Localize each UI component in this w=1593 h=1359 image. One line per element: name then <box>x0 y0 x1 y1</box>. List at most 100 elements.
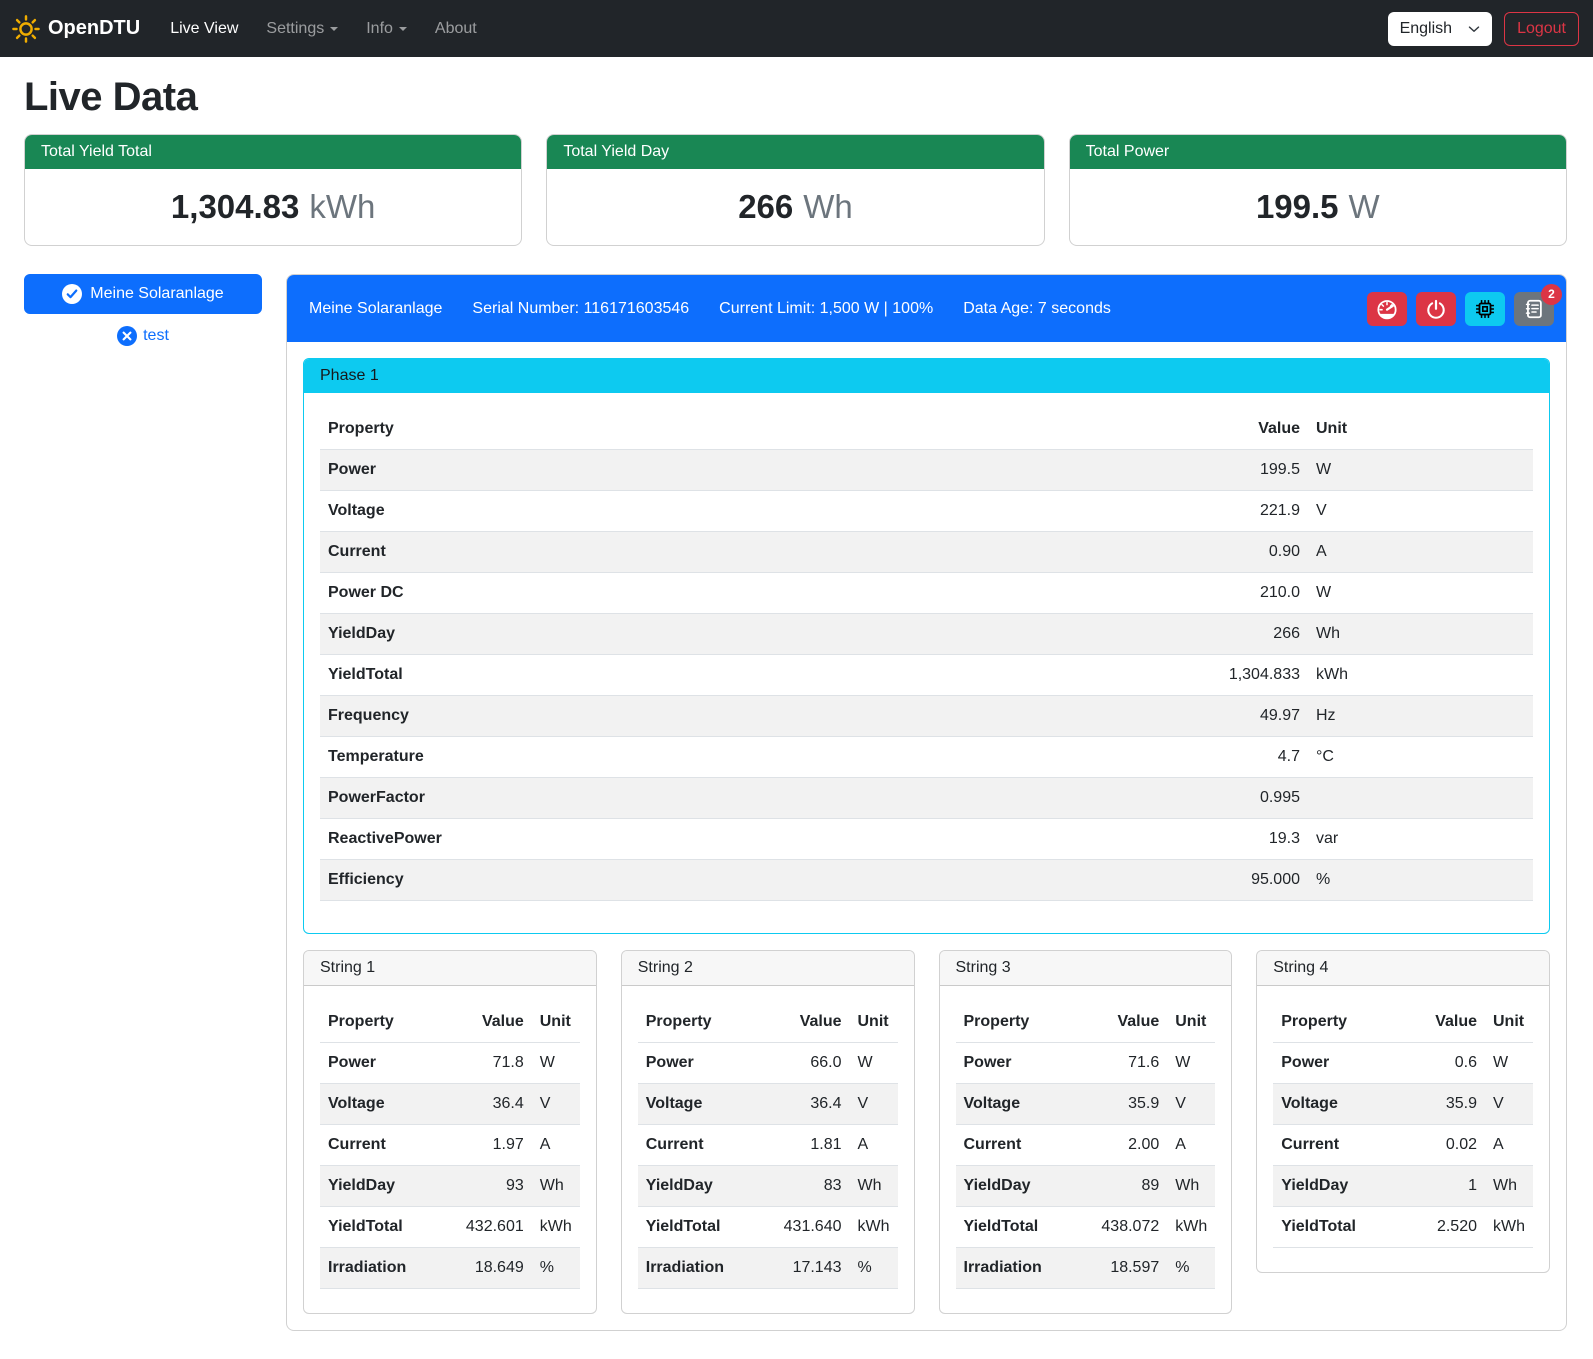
language-select[interactable]: English <box>1388 12 1492 46</box>
property-cell: Power <box>1273 1043 1389 1084</box>
value-cell: 1.81 <box>754 1125 850 1166</box>
value-header: Value <box>754 1002 850 1043</box>
table-row: YieldTotal1,304.833kWh <box>320 655 1533 696</box>
table-row: Power71.6W <box>956 1043 1216 1084</box>
language-value: English <box>1400 20 1452 38</box>
nav-item-label: Live View <box>170 20 238 37</box>
inverter-actions: 2 <box>1367 292 1554 326</box>
nav-item-label: Info <box>366 20 393 37</box>
string-2-title: String 2 <box>622 951 914 986</box>
inverter-item-label: test <box>143 327 169 345</box>
table-row: YieldTotal438.072kWh <box>956 1207 1216 1248</box>
sun-logo-icon <box>12 15 40 43</box>
value-cell: 95.000 <box>1168 860 1308 901</box>
string-1-table: Property Value Unit Power71.8WVoltage36.… <box>320 1002 580 1289</box>
property-cell: YieldTotal <box>956 1207 1072 1248</box>
table-header-row: Property Value Unit <box>638 1002 898 1043</box>
string-4-card: String 4 Property Value Unit <box>1256 950 1550 1273</box>
value-header: Value <box>436 1002 532 1043</box>
value-cell: 83 <box>754 1166 850 1207</box>
nav-item-info[interactable]: Info <box>354 12 419 46</box>
card-title: Total Power <box>1070 135 1566 169</box>
property-cell: YieldTotal <box>638 1207 754 1248</box>
check-circle-icon <box>62 284 82 304</box>
inverter-panel: Meine Solaranlage Serial Number: 1161716… <box>286 274 1567 1331</box>
unit-header: Unit <box>850 1002 898 1043</box>
total-yield-total-value: 1,304.83 <box>171 188 299 226</box>
unit-cell: % <box>850 1248 898 1289</box>
table-row: Current1.97A <box>320 1125 580 1166</box>
phase-1-title: Phase 1 <box>304 359 1549 393</box>
value-cell: 17.143 <box>754 1248 850 1289</box>
value-cell: 431.640 <box>754 1207 850 1248</box>
inverter-select-button[interactable]: Meine Solaranlage <box>24 274 262 314</box>
unit-cell: W <box>850 1043 898 1084</box>
property-cell: YieldDay <box>320 614 1168 655</box>
property-cell: Current <box>320 1125 436 1166</box>
table-row: YieldDay1Wh <box>1273 1166 1533 1207</box>
property-cell: Temperature <box>320 737 1168 778</box>
value-cell: 2.00 <box>1071 1125 1167 1166</box>
unit-cell: Wh <box>1308 614 1533 655</box>
value-cell: 18.597 <box>1071 1248 1167 1289</box>
property-cell: YieldTotal <box>320 655 1168 696</box>
unit-header: Unit <box>1167 1002 1215 1043</box>
property-cell: Current <box>956 1125 1072 1166</box>
power-icon <box>1425 298 1447 320</box>
table-row: YieldTotal431.640kWh <box>638 1207 898 1248</box>
table-row: YieldDay266Wh <box>320 614 1533 655</box>
property-header: Property <box>320 409 1168 450</box>
property-cell: PowerFactor <box>320 778 1168 819</box>
table-row: YieldDay83Wh <box>638 1166 898 1207</box>
string-1-title: String 1 <box>304 951 596 986</box>
total-yield-day-unit: Wh <box>803 188 853 226</box>
unit-cell: kWh <box>1308 655 1533 696</box>
nav-item-about[interactable]: About <box>423 12 489 46</box>
total-power-card: Total Power 199.5 W <box>1069 134 1567 246</box>
property-cell: YieldDay <box>1273 1166 1389 1207</box>
property-cell: YieldDay <box>956 1166 1072 1207</box>
table-row: Voltage35.9V <box>1273 1084 1533 1125</box>
property-header: Property <box>956 1002 1072 1043</box>
nav-item-settings[interactable]: Settings <box>254 12 350 46</box>
value-cell: 432.601 <box>436 1207 532 1248</box>
power-button[interactable] <box>1416 292 1456 326</box>
table-row: PowerFactor0.995 <box>320 778 1533 819</box>
value-cell: 221.9 <box>1168 491 1308 532</box>
inverter-item-test[interactable]: test <box>24 326 262 346</box>
strings-row: String 1 Property Value Unit <box>303 950 1550 1314</box>
unit-cell: A <box>532 1125 580 1166</box>
unit-cell: °C <box>1308 737 1533 778</box>
unit-cell: W <box>532 1043 580 1084</box>
unit-cell: A <box>1308 532 1533 573</box>
brand[interactable]: OpenDTU <box>12 15 140 43</box>
table-row: Power DC210.0W <box>320 573 1533 614</box>
value-cell: 49.97 <box>1168 696 1308 737</box>
value-cell: 18.649 <box>436 1248 532 1289</box>
property-cell: Power <box>320 1043 436 1084</box>
events-button[interactable]: 2 <box>1514 292 1554 326</box>
value-cell: 0.6 <box>1389 1043 1485 1084</box>
table-row: ReactivePower19.3var <box>320 819 1533 860</box>
value-cell: 93 <box>436 1166 532 1207</box>
table-row: Current0.02A <box>1273 1125 1533 1166</box>
property-cell: Voltage <box>320 1084 436 1125</box>
value-cell: 35.9 <box>1389 1084 1485 1125</box>
logout-button[interactable]: Logout <box>1504 12 1579 46</box>
unit-cell: V <box>532 1084 580 1125</box>
unit-cell <box>1308 778 1533 819</box>
unit-cell: A <box>1485 1125 1533 1166</box>
phase-1-card: Phase 1 Property Value Unit Power199.5WV… <box>303 358 1550 934</box>
value-cell: 210.0 <box>1168 573 1308 614</box>
table-row: YieldDay93Wh <box>320 1166 580 1207</box>
unit-cell: V <box>1167 1084 1215 1125</box>
property-cell: Voltage <box>1273 1084 1389 1125</box>
table-header-row: Property Value Unit <box>320 409 1533 450</box>
value-cell: 2.520 <box>1389 1207 1485 1248</box>
table-row: YieldTotal2.520kWh <box>1273 1207 1533 1248</box>
device-info-button[interactable] <box>1465 292 1505 326</box>
table-row: Current0.90A <box>320 532 1533 573</box>
unit-cell: W <box>1308 573 1533 614</box>
nav-item-live-view[interactable]: Live View <box>158 12 250 46</box>
limit-settings-button[interactable] <box>1367 292 1407 326</box>
